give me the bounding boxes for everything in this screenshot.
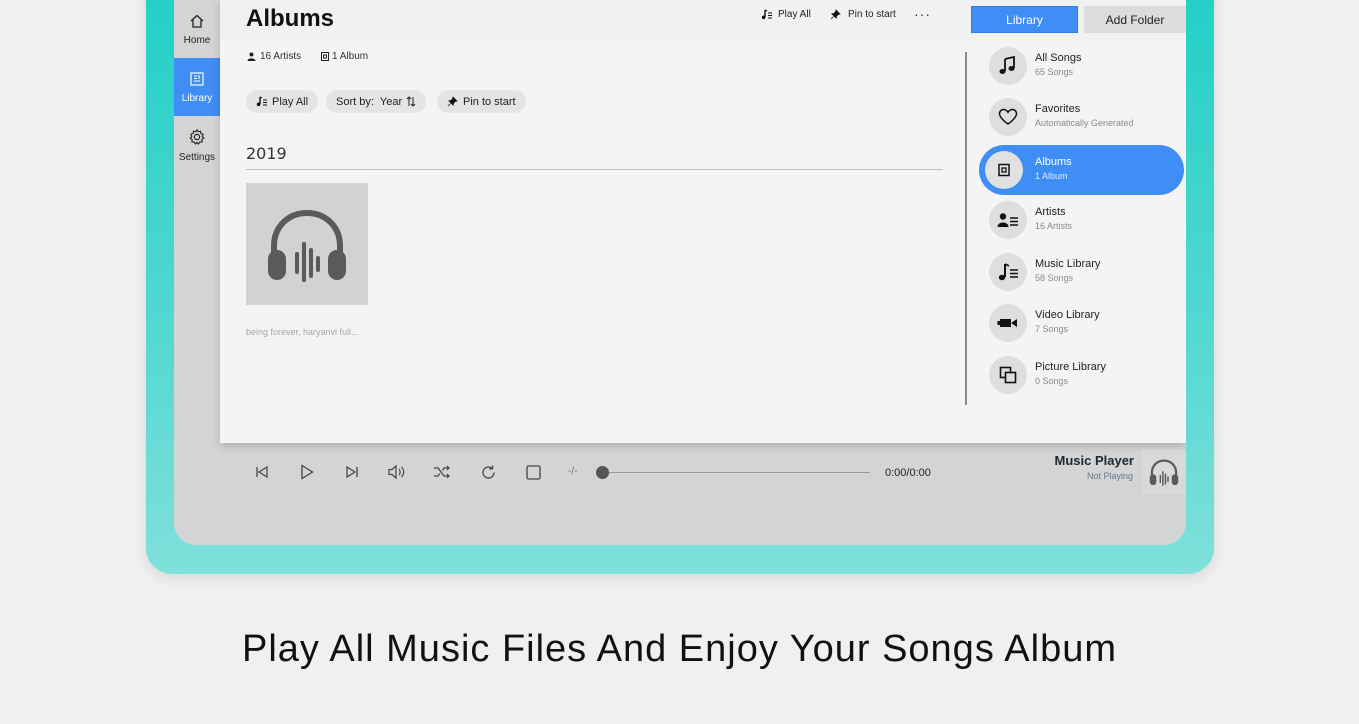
pin-to-start-button[interactable]: Pin to start	[437, 90, 526, 113]
play-all-label: Play All	[272, 95, 309, 108]
next-button[interactable]	[338, 458, 366, 486]
home-icon	[189, 13, 205, 29]
headphones-icon	[266, 206, 348, 282]
video-camera-icon	[989, 304, 1027, 342]
play-icon	[300, 464, 314, 480]
artist-icon	[989, 201, 1027, 239]
category-video-library[interactable]: Video Library 7 Songs	[983, 299, 1183, 347]
nav-settings-label: Settings	[178, 151, 216, 163]
album-icon	[985, 151, 1023, 189]
nav-settings[interactable]: Settings	[174, 116, 220, 174]
category-all-songs[interactable]: All Songs 65 Songs	[983, 42, 1183, 90]
sort-by-dropdown[interactable]: Sort by: Year	[326, 90, 427, 113]
album-cover[interactable]	[246, 183, 368, 305]
playback-rate: -/-	[568, 466, 578, 477]
pin-to-start-label: Pin to start	[463, 95, 516, 108]
category-albums[interactable]: Albums 1 Album	[979, 145, 1184, 195]
nav-library[interactable]: Library	[174, 58, 220, 116]
pin-icon	[830, 9, 841, 20]
more-options-button[interactable]: ···	[914, 6, 931, 22]
header-pin-label: Pin to start	[848, 9, 896, 20]
category-picture-library-sub: 0 Songs	[1035, 376, 1069, 386]
category-albums-name: Albums	[1035, 156, 1072, 168]
music-list-icon	[989, 253, 1027, 291]
albums-count-label: 1 Album	[332, 51, 369, 62]
sort-value: Year	[379, 95, 403, 108]
add-folder-button[interactable]: Add Folder	[1084, 6, 1186, 33]
artists-count-label: 16 Artists	[260, 51, 302, 62]
album-small-icon	[321, 52, 329, 61]
play-all-button[interactable]: Play All	[246, 90, 319, 113]
app-window: Home Library Settings Albums Play All Pi…	[174, 0, 1186, 545]
category-picture-library[interactable]: Picture Library 0 Songs	[983, 351, 1183, 399]
volume-icon	[387, 464, 407, 480]
category-albums-sub: 1 Album	[1035, 171, 1068, 181]
category-music-library-name: Music Library	[1035, 258, 1101, 270]
promo-caption: Play All Music Files And Enjoy Your Song…	[241, 628, 1117, 670]
artists-count: 16 Artists	[247, 51, 301, 62]
section-divider	[246, 169, 943, 170]
category-music-library-sub: 58 Songs	[1035, 273, 1074, 283]
nav-library-label: Library	[181, 92, 213, 104]
category-music-library[interactable]: Music Library 58 Songs	[983, 248, 1183, 296]
now-playing-status: Not Playing	[1086, 471, 1133, 481]
albums-count: 1 Album	[321, 51, 368, 62]
time-display: 0:00/0:00	[885, 467, 931, 479]
heart-icon	[989, 98, 1027, 136]
gear-icon	[188, 128, 206, 146]
picture-icon	[989, 356, 1027, 394]
header-play-all-button[interactable]: Play All	[761, 9, 811, 20]
previous-button[interactable]	[248, 458, 276, 486]
player-bar: -/- 0:00/0:00 Music Player Not Playing	[238, 446, 1186, 498]
stop-button[interactable]	[519, 458, 547, 486]
category-video-library-sub: 7 Songs	[1035, 324, 1069, 334]
sort-arrows-icon	[406, 96, 416, 107]
repeat-button[interactable]	[474, 458, 502, 486]
stop-icon	[525, 464, 541, 480]
library-icon	[189, 71, 205, 87]
category-favorites-sub: Automatically Generated	[1035, 118, 1134, 128]
volume-button[interactable]	[383, 458, 411, 486]
category-favorites-name: Favorites	[1035, 103, 1081, 115]
category-favorites[interactable]: Favorites Automatically Generated	[983, 93, 1183, 141]
play-all-icon	[761, 9, 773, 20]
section-year-heading: 2019	[246, 144, 287, 163]
header-play-all-label: Play All	[778, 9, 811, 20]
nav-home-label: Home	[183, 34, 211, 46]
header-pin-button[interactable]: Pin to start	[830, 9, 896, 20]
sidebar-divider	[965, 52, 967, 405]
shuffle-icon	[433, 465, 451, 479]
shuffle-button[interactable]	[428, 458, 456, 486]
music-note-icon	[989, 47, 1027, 85]
nav-home[interactable]: Home	[174, 0, 220, 58]
main-panel: Albums Play All Pin to start ··· Library…	[220, 0, 1186, 443]
page-title: Albums	[246, 5, 335, 32]
sort-by-label: Sort by:	[336, 95, 374, 108]
library-button[interactable]: Library	[971, 6, 1078, 33]
play-button[interactable]	[293, 458, 321, 486]
category-all-songs-sub: 65 Songs	[1035, 67, 1074, 77]
headphones-icon	[1149, 458, 1179, 486]
repeat-icon	[480, 464, 497, 481]
album-title[interactable]: being forever, haryanvi full...	[246, 327, 359, 337]
skip-previous-icon	[255, 465, 269, 479]
pin-icon	[447, 96, 458, 107]
progress-thumb[interactable]	[596, 466, 609, 479]
progress-track[interactable]	[600, 472, 870, 473]
skip-next-icon	[345, 465, 359, 479]
category-picture-library-name: Picture Library	[1035, 361, 1106, 373]
now-playing-thumbnail[interactable]	[1142, 450, 1186, 494]
category-artists-name: Artists	[1035, 206, 1066, 218]
category-video-library-name: Video Library	[1035, 309, 1100, 321]
now-playing-title: Music Player	[1054, 453, 1135, 468]
play-all-icon	[256, 96, 268, 107]
person-icon	[247, 52, 256, 61]
category-artists-sub: 16 Artists	[1035, 221, 1073, 231]
category-all-songs-name: All Songs	[1035, 52, 1082, 64]
category-artists[interactable]: Artists 16 Artists	[983, 196, 1183, 244]
